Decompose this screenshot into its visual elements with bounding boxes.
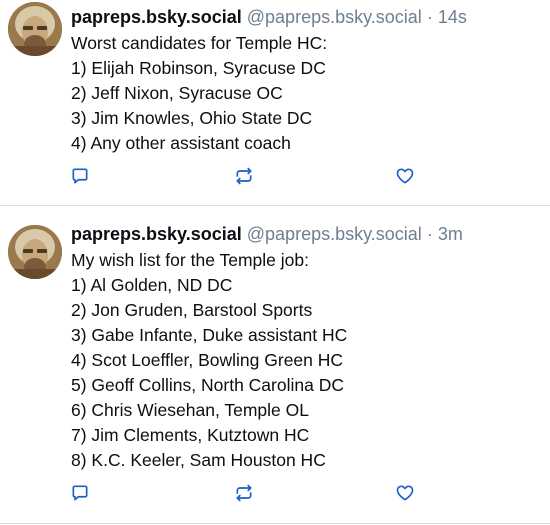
like-button[interactable] — [393, 164, 417, 188]
avatar[interactable] — [8, 225, 62, 279]
post-text: Worst candidates for Temple HC: 1) Elija… — [71, 31, 327, 156]
post-text-line: 3) Jim Knowles, Ohio State DC — [71, 108, 313, 128]
avatar[interactable] — [8, 2, 62, 56]
post-text-line: 4) Scot Loeffler, Bowling Green HC — [71, 350, 344, 370]
post-text-line: Worst candidates for Temple HC: — [71, 33, 328, 53]
post-header: papreps.bsky.social @papreps.bsky.social… — [71, 223, 463, 245]
post-actions — [68, 164, 428, 188]
repost-icon — [236, 484, 252, 502]
post-text-line: 6) Chris Wiesehan, Temple OL — [71, 400, 309, 420]
post-text-line: 2) Jon Gruden, Barstool Sports — [71, 300, 313, 320]
avatar-image — [8, 2, 62, 56]
handle[interactable]: @papreps.bsky.social — [247, 7, 422, 27]
reply-icon — [72, 485, 88, 501]
timestamp[interactable]: 3m — [438, 224, 463, 244]
repost-button[interactable] — [232, 164, 256, 188]
post-text-line: 1) Elijah Robinson, Syracuse DC — [71, 58, 326, 78]
post-text-line: 8) K.C. Keeler, Sam Houston HC — [71, 450, 326, 470]
post[interactable]: papreps.bsky.social @papreps.bsky.social… — [0, 206, 550, 524]
avatar-image — [8, 225, 62, 279]
handle[interactable]: @papreps.bsky.social — [247, 224, 422, 244]
post-text-line: 5) Geoff Collins, North Carolina DC — [71, 375, 344, 395]
post-text-line: 4) Any other assistant coach — [71, 133, 291, 153]
timestamp[interactable]: 14s — [438, 7, 467, 27]
post-text-line: My wish list for the Temple job: — [71, 250, 309, 270]
reply-button[interactable] — [68, 481, 92, 505]
like-button[interactable] — [393, 481, 417, 505]
post-feed: papreps.bsky.social @papreps.bsky.social… — [0, 0, 550, 524]
display-name[interactable]: papreps.bsky.social — [71, 224, 242, 244]
repost-icon — [236, 167, 252, 185]
post-actions — [68, 481, 428, 505]
repost-button[interactable] — [232, 481, 256, 505]
reply-button[interactable] — [68, 164, 92, 188]
heart-icon — [396, 485, 414, 501]
heart-icon — [396, 168, 414, 184]
post-header: papreps.bsky.social @papreps.bsky.social… — [71, 6, 467, 28]
separator-dot: · — [426, 224, 433, 244]
post-text-line: 7) Jim Clements, Kutztown HC — [71, 425, 310, 445]
post-text: My wish list for the Temple job: 1) Al G… — [71, 248, 347, 473]
reply-icon — [72, 168, 88, 184]
separator-dot: · — [426, 7, 433, 27]
display-name[interactable]: papreps.bsky.social — [71, 7, 242, 27]
post-text-line: 1) Al Golden, ND DC — [71, 275, 233, 295]
post[interactable]: papreps.bsky.social @papreps.bsky.social… — [0, 0, 550, 206]
post-text-line: 3) Gabe Infante, Duke assistant HC — [71, 325, 348, 345]
post-text-line: 2) Jeff Nixon, Syracuse OC — [71, 83, 283, 103]
